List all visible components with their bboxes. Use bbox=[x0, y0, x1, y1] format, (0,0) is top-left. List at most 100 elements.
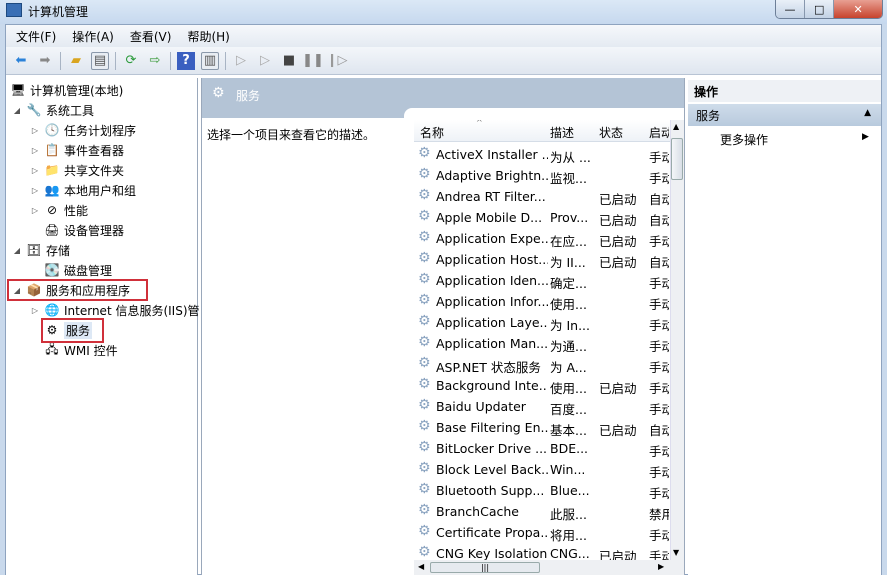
expander-icon[interactable]: ▷ bbox=[30, 166, 40, 175]
horizontal-scroll-thumb[interactable]: ||| bbox=[430, 562, 540, 573]
tree-node[interactable]: ◢ 🗄 存储 bbox=[12, 240, 70, 260]
start-icon[interactable]: ▷ bbox=[232, 52, 250, 70]
event-viewer-icon: 📋 bbox=[44, 143, 60, 157]
service-name: Andrea RT Filter... bbox=[436, 189, 546, 204]
expander-icon[interactable]: ◢ bbox=[12, 246, 22, 255]
minimize-button[interactable]: — bbox=[776, 0, 806, 18]
tree-node[interactable]: ▷ ⊘ 性能 bbox=[30, 200, 88, 220]
table-row[interactable]: ⚙ Bluetooth Supp... Blue... 手动 bbox=[414, 480, 670, 501]
more-actions-item[interactable]: 更多操作 bbox=[720, 131, 768, 148]
actions-header: 操作 bbox=[688, 80, 881, 102]
tree-node[interactable]: ▷ 👥 本地用户和组 bbox=[30, 180, 136, 200]
service-status: 已启动 bbox=[599, 192, 637, 207]
column-description[interactable]: 描述 bbox=[550, 124, 574, 141]
table-row[interactable]: ⚙ ActiveX Installer ... 为从 ... 手动 bbox=[414, 144, 670, 165]
actions-section-services[interactable]: 服务 ▲ bbox=[688, 104, 881, 126]
expander-icon[interactable]: ▷ bbox=[30, 186, 40, 195]
table-row[interactable]: ⚙ Adaptive Brightn... 监视... 手动 bbox=[414, 165, 670, 186]
service-gear-icon: ⚙ bbox=[418, 502, 431, 518]
start-alt-icon[interactable]: ▷ bbox=[256, 52, 274, 70]
table-row[interactable]: ⚙ Baidu Updater 百度... 手动 bbox=[414, 396, 670, 417]
service-startup: 手动 bbox=[649, 528, 669, 543]
wmi-icon: 🖧 bbox=[45, 341, 59, 356]
service-status: 已启动 bbox=[599, 234, 637, 249]
table-row[interactable]: ⚙ Andrea RT Filter... 已启动 自动 bbox=[414, 186, 670, 207]
scroll-down-icon[interactable]: ▼ bbox=[673, 548, 679, 557]
service-name: ActiveX Installer ... bbox=[436, 147, 548, 162]
table-row[interactable]: ⚙ ASP.NET 状态服务 为 A... 手动 bbox=[414, 354, 670, 375]
table-row[interactable]: ⚙ Application Laye... 为 In... 手动 bbox=[414, 312, 670, 333]
vertical-scroll-thumb[interactable] bbox=[671, 138, 683, 180]
service-description: CNG... bbox=[550, 546, 590, 561]
column-name[interactable]: 名称 bbox=[420, 124, 444, 141]
menu-action[interactable]: 操作(A) bbox=[72, 28, 114, 45]
tree-node[interactable]: ▷ 🌐 Internet 信息服务(IIS)管 bbox=[30, 300, 200, 320]
tree-node[interactable]: ▷ 📋 事件查看器 bbox=[30, 140, 124, 160]
tools-icon: 🔧 bbox=[26, 103, 42, 117]
vertical-scrollbar[interactable] bbox=[670, 120, 684, 560]
service-name: BranchCache bbox=[436, 504, 519, 519]
maximize-button[interactable]: □ bbox=[805, 0, 835, 18]
table-row[interactable]: ⚙ Application Host... 为 II... 已启动 自动 bbox=[414, 249, 670, 270]
service-status: 已启动 bbox=[599, 423, 637, 438]
tree-node[interactable]: 💽 磁盘管理 bbox=[30, 260, 113, 280]
collapse-up-icon[interactable]: ▲ bbox=[864, 108, 871, 118]
service-gear-icon: ⚙ bbox=[418, 145, 431, 161]
scroll-up-icon[interactable]: ▲ bbox=[673, 122, 679, 131]
service-startup: 自动 bbox=[649, 255, 669, 270]
console-tree-icon[interactable]: ▤ bbox=[91, 51, 109, 70]
export-list-icon[interactable]: ⇨ bbox=[146, 52, 164, 70]
expander-icon[interactable]: ◢ bbox=[12, 106, 22, 115]
table-row[interactable]: ⚙ Block Level Back... Win... 手动 bbox=[414, 459, 670, 480]
tree-node[interactable]: 🖥 计算机管理(本地) bbox=[10, 80, 123, 100]
tree-node[interactable]: 🖧 WMI 控件 bbox=[30, 340, 117, 360]
service-name: Baidu Updater bbox=[436, 399, 526, 414]
service-status: 已启动 bbox=[599, 213, 637, 228]
forward-arrow-icon[interactable]: ➡ bbox=[36, 52, 54, 70]
tree-node[interactable]: 🖨 设备管理器 bbox=[30, 220, 124, 240]
sort-ascending-icon: ^ bbox=[476, 120, 483, 127]
tree-node-label: Internet 信息服务(IIS)管 bbox=[64, 303, 200, 318]
tree-node[interactable]: ◢ 🔧 系统工具 bbox=[12, 100, 94, 120]
help-icon[interactable]: ? bbox=[177, 51, 195, 70]
column-startup[interactable]: 启动 bbox=[649, 124, 669, 141]
shared-folder-icon: 📁 bbox=[44, 163, 60, 177]
table-row[interactable]: ⚙ BranchCache 此服... 禁用 bbox=[414, 501, 670, 522]
storage-icon: 🗄 bbox=[26, 243, 42, 257]
expander-icon[interactable]: ▷ bbox=[30, 306, 40, 315]
close-button[interactable]: ✕ bbox=[834, 0, 882, 18]
expander-icon[interactable]: ▷ bbox=[30, 146, 40, 155]
pause-icon[interactable]: ❚❚ bbox=[302, 52, 324, 70]
menu-file[interactable]: 文件(F) bbox=[16, 28, 56, 45]
up-folder-icon[interactable]: ▰ bbox=[67, 52, 85, 70]
tree-node[interactable]: ▷ 🕓 任务计划程序 bbox=[30, 120, 136, 140]
submenu-arrow-icon: ▶ bbox=[862, 132, 869, 142]
action-pane-icon[interactable]: ▥ bbox=[201, 51, 219, 70]
table-row[interactable]: ⚙ BitLocker Drive ... BDE... 手动 bbox=[414, 438, 670, 459]
table-row[interactable]: ⚙ Base Filtering En... 基本... 已启动 自动 bbox=[414, 417, 670, 438]
column-status[interactable]: 状态 bbox=[599, 124, 623, 141]
back-arrow-icon[interactable]: ⬅ bbox=[12, 52, 30, 70]
table-row[interactable]: ⚙ Background Inte... 使用... 已启动 手动 bbox=[414, 375, 670, 396]
expander-icon[interactable]: ▷ bbox=[30, 206, 40, 215]
menu-view[interactable]: 查看(V) bbox=[130, 28, 172, 45]
actions-section-label: 服务 bbox=[696, 109, 721, 123]
resume-icon[interactable]: ❙▷ bbox=[327, 52, 348, 70]
menu-help[interactable]: 帮助(H) bbox=[187, 28, 229, 45]
table-row[interactable]: ⚙ Application Iden... 确定... 手动 bbox=[414, 270, 670, 291]
expander-icon[interactable]: ▷ bbox=[30, 126, 40, 135]
table-row[interactable]: ⚙ Application Infor... 使用... 手动 bbox=[414, 291, 670, 312]
table-row[interactable]: ⚙ Certificate Propa... 将用... 手动 bbox=[414, 522, 670, 543]
refresh-icon[interactable]: ⟳ bbox=[122, 52, 140, 70]
service-startup: 手动 bbox=[649, 360, 669, 375]
table-row[interactable]: ⚙ Application Man... 为通... 手动 bbox=[414, 333, 670, 354]
stop-icon[interactable]: ■ bbox=[280, 52, 298, 70]
tree-node-label: 磁盘管理 bbox=[64, 263, 113, 278]
tree-node[interactable]: ▷ 📁 共享文件夹 bbox=[30, 160, 124, 180]
service-startup: 手动 bbox=[649, 402, 669, 417]
table-row[interactable]: ⚙ Application Expe... 在应... 已启动 手动 bbox=[414, 228, 670, 249]
service-description: 确定... bbox=[550, 276, 587, 291]
scroll-left-icon[interactable]: ◀ bbox=[418, 562, 424, 571]
scroll-right-icon[interactable]: ▶ bbox=[658, 562, 664, 571]
table-row[interactable]: ⚙ Apple Mobile D... Prov... 已启动 自动 bbox=[414, 207, 670, 228]
